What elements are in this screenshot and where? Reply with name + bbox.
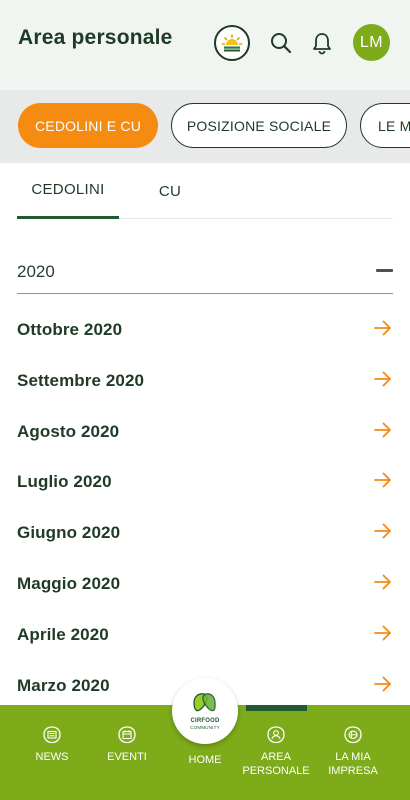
app-header: Area personale LM <box>0 0 410 90</box>
nav-la-mia-impresa[interactable]: LA MIA IMPRESA <box>316 725 390 778</box>
nav-home[interactable]: HOME <box>180 753 230 767</box>
calendar-icon <box>118 726 136 744</box>
bell-icon <box>313 33 331 55</box>
month-label: Settembre 2020 <box>17 371 145 390</box>
nav-area-label-line1: AREA <box>261 751 291 763</box>
search-icon <box>271 33 292 54</box>
newspaper-icon <box>43 726 61 744</box>
globe-icon <box>344 726 362 744</box>
cirfood-logo-icon <box>193 693 216 712</box>
month-label: Ottobre 2020 <box>17 320 123 339</box>
list-item[interactable]: Settembre 2020 <box>17 357 393 407</box>
tab-cu[interactable]: CU <box>137 163 203 219</box>
nav-area-label-line2: PERSONALE <box>242 765 310 777</box>
arrow-right-icon <box>374 574 391 590</box>
home-logo-button[interactable]: CIRFOOD COMMUNITY <box>172 678 238 744</box>
arrow-right-icon <box>374 422 391 438</box>
nav-news-label: NEWS <box>35 751 69 763</box>
arrow-right-icon <box>374 371 391 387</box>
sunrise-icon <box>221 34 243 52</box>
arrow-right-icon <box>374 625 391 641</box>
month-label: Maggio 2020 <box>17 574 121 593</box>
arrow-right-icon <box>374 523 391 539</box>
list-item[interactable]: Ottobre 2020 <box>17 306 393 356</box>
logo-text-line1: CIRFOOD <box>190 718 220 724</box>
nav-eventi-label: EVENTI <box>107 751 147 763</box>
search-button[interactable] <box>268 30 294 56</box>
month-label: Aprile 2020 <box>17 625 109 644</box>
chip-posizione-sociale[interactable]: POSIZIONE SOCIALE <box>171 103 347 148</box>
year-label: 2020 <box>17 262 55 281</box>
month-label: Marzo 2020 <box>17 676 110 695</box>
avatar[interactable]: LM <box>353 24 390 61</box>
month-label: Agosto 2020 <box>17 422 120 441</box>
nav-area-personale[interactable]: AREA PERSONALE <box>236 725 316 778</box>
list-item[interactable]: Luglio 2020 <box>17 458 393 508</box>
arrow-right-icon <box>374 320 391 336</box>
page-title: Area personale <box>18 26 173 49</box>
user-icon <box>267 726 285 744</box>
nav-impresa-label-line1: LA MIA <box>335 751 371 763</box>
notifications-button[interactable] <box>309 30 335 56</box>
collapse-icon[interactable] <box>376 269 393 272</box>
chip-le-mie[interactable]: LE M <box>360 103 410 148</box>
tab-bar: CEDOLINI CU <box>17 163 393 219</box>
month-label: Luglio 2020 <box>17 472 112 491</box>
tab-cedolini[interactable]: CEDOLINI <box>17 163 119 219</box>
list-item[interactable]: Maggio 2020 <box>17 560 393 610</box>
list-item[interactable]: Aprile 2020 <box>17 611 393 661</box>
nav-eventi[interactable]: EVENTI <box>104 725 150 764</box>
nav-news[interactable]: NEWS <box>32 725 72 764</box>
year-accordion-header[interactable]: 2020 <box>17 250 393 294</box>
category-chips: CEDOLINI E CU POSIZIONE SOCIALE LE M <box>0 90 410 163</box>
chip-cedolini-e-cu[interactable]: CEDOLINI E CU <box>18 103 158 148</box>
active-tab-indicator <box>246 705 307 711</box>
sunrise-button[interactable] <box>214 25 250 61</box>
arrow-right-icon <box>374 472 391 488</box>
arrow-right-icon <box>374 676 391 692</box>
list-item[interactable]: Agosto 2020 <box>17 408 393 458</box>
nav-home-label: HOME <box>188 754 222 766</box>
logo-text-line2: COMMUNITY <box>190 725 220 730</box>
month-label: Giugno 2020 <box>17 523 121 542</box>
nav-impresa-label-line2: IMPRESA <box>328 765 378 777</box>
list-item[interactable]: Giugno 2020 <box>17 509 393 559</box>
